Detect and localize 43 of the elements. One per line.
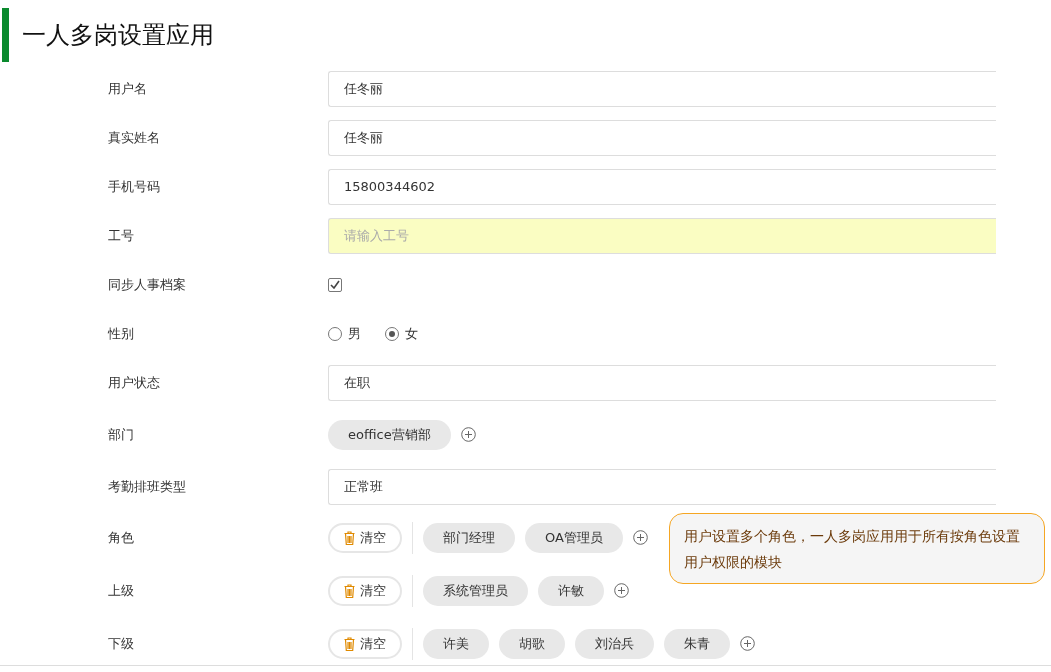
trash-icon (344, 583, 355, 598)
tag-chip[interactable]: 许美 (423, 628, 489, 659)
tag-chip[interactable]: 刘治兵 (575, 628, 654, 659)
field-label: 真实姓名 (108, 128, 161, 147)
field-label: 考勤排班类型 (108, 477, 187, 496)
title-accent-bar (2, 8, 9, 62)
field-label: 手机号码 (108, 177, 161, 196)
tag-chip[interactable]: 系统管理员 (423, 575, 528, 606)
input-field[interactable]: 在职 (328, 364, 996, 401)
input-field[interactable]: 15800344602 (328, 168, 996, 205)
input-field[interactable]: 任冬丽 (328, 119, 996, 156)
radio-option[interactable]: 女 (385, 324, 418, 343)
page-title: 一人多岗设置应用 (22, 20, 214, 51)
field-label: 下级 (108, 634, 135, 653)
field-label: 上级 (108, 581, 135, 600)
field-label: 部门 (108, 425, 135, 444)
tag-chip[interactable]: 胡歌 (499, 628, 565, 659)
input-field[interactable]: 请输入工号 (328, 217, 996, 254)
trash-icon (344, 636, 355, 651)
tag-chip[interactable]: 朱青 (664, 628, 730, 659)
add-icon[interactable] (632, 530, 648, 545)
field-label: 同步人事档案 (108, 275, 187, 294)
tag-chip[interactable]: 部门经理 (423, 522, 515, 553)
clear-button[interactable]: 清空 (328, 522, 402, 553)
field-label: 用户状态 (108, 373, 161, 392)
input-field[interactable]: 正常班 (328, 468, 996, 505)
field-label: 性别 (108, 324, 135, 343)
add-icon[interactable] (614, 583, 629, 598)
input-field[interactable]: 任冬丽 (328, 70, 996, 107)
field-label: 角色 (108, 528, 135, 547)
tag-chip[interactable]: OA管理员 (525, 522, 623, 553)
tooltip: 用户设置多个角色，一人多岗应用用于所有按角色设置用户权限的模块 (669, 513, 1045, 584)
clear-button[interactable]: 清空 (328, 628, 402, 659)
add-icon[interactable] (740, 636, 755, 651)
field-label: 工号 (108, 226, 135, 245)
field-label: 用户名 (108, 79, 148, 98)
add-icon[interactable] (460, 427, 476, 442)
checkbox[interactable] (328, 277, 342, 292)
tag-chip[interactable]: eoffice营销部 (328, 419, 451, 450)
tag-chip[interactable]: 许敏 (538, 575, 604, 606)
radio-option[interactable]: 男 (328, 324, 361, 343)
trash-icon (344, 530, 355, 545)
clear-button[interactable]: 清空 (328, 575, 402, 606)
